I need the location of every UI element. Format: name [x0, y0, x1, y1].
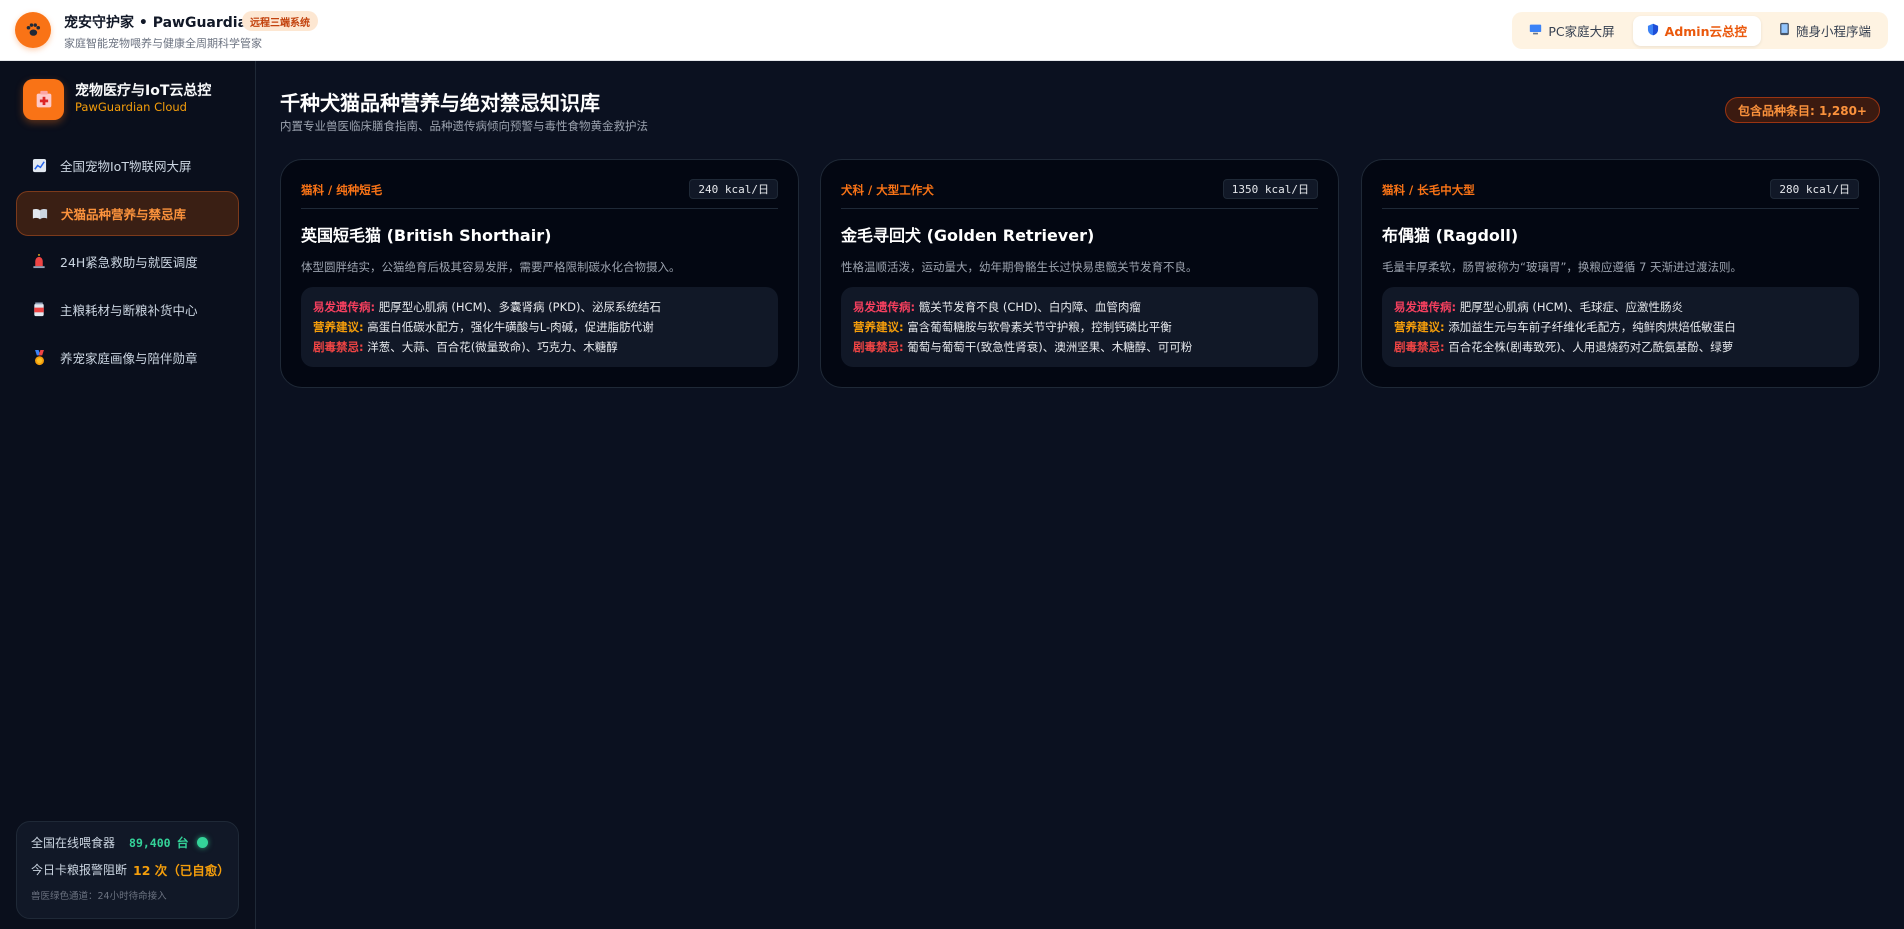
breed-name: 金毛寻回犬 (Golden Retriever): [841, 226, 1095, 245]
sidebar-item-label: 犬猫品种营养与禁忌库: [61, 207, 187, 222]
divider: [841, 208, 1318, 209]
disease-line: 易发遗传病: 髋关节发育不良 (CHD)、白内障、血管肉瘤: [853, 297, 1306, 317]
sidebar-item-food-supply[interactable]: 主粮耗材与断粮补货中心: [16, 287, 239, 332]
sidebar-item-iot-dashboard[interactable]: 全国宠物IoT物联网大屏: [16, 143, 239, 188]
disease-text: 髋关节发育不良 (CHD)、白内障、血管肉瘤: [918, 300, 1141, 314]
alerts-stat: 今日卡粮报警阻断 12 次（已自愈）: [31, 860, 230, 879]
sidebar: 宠物医疗与IoT云总控 PawGuardian Cloud 全国宠物IoT物联网…: [0, 61, 256, 929]
breed-category-tag: 猫科 / 纯种短毛: [301, 183, 383, 197]
page-title: 千种犬猫品种营养与绝对禁忌知识库: [280, 91, 600, 115]
toxic-label: 剧毒禁忌:: [853, 340, 904, 354]
disease-label: 易发遗传病:: [313, 300, 376, 314]
disease-label: 易发遗传病:: [1394, 300, 1457, 314]
sidebar-item-label: 全国宠物IoT物联网大屏: [60, 159, 192, 174]
chart-icon: [30, 157, 48, 175]
platform-switcher: PC家庭大屏 Admin云总控 随身小程序端: [1512, 12, 1888, 49]
sidebar-item-label: 主粮耗材与断粮补货中心: [60, 303, 198, 318]
book-icon: [31, 205, 49, 223]
monitor-icon: [1529, 23, 1542, 39]
sidebar-item-emergency[interactable]: 24H紧急救助与就医调度: [16, 239, 239, 284]
tab-label: PC家庭大屏: [1548, 24, 1615, 39]
disease-text: 肥厚型心肌病 (HCM)、毛球症、应激性肠炎: [1459, 300, 1683, 314]
toxic-line: 剧毒禁忌: 洋葱、大蒜、百合花(微量致命)、巧克力、木糖醇: [313, 337, 766, 357]
breed-info-box: 易发遗传病: 肥厚型心肌病 (HCM)、多囊肾病 (PKD)、泌尿系统结石 营养…: [301, 287, 778, 367]
sidebar-item-breed-library[interactable]: 犬猫品种营养与禁忌库: [16, 191, 239, 236]
breed-count-badge: 包含品种条目: 1,280+: [1725, 97, 1880, 123]
divider: [1382, 208, 1859, 209]
toxic-line: 剧毒禁忌: 百合花全株(剧毒致死)、人用退烧药对乙酰氨基酚、绿萝: [1394, 337, 1847, 357]
sidebar-item-label: 养宠家庭画像与陪伴勋章: [60, 351, 198, 366]
sidebar-nav: 全国宠物IoT物联网大屏 犬猫品种营养与禁忌库 24H紧急救助与就医调度 主粮耗…: [16, 143, 239, 383]
breed-category-tag: 猫科 / 长毛中大型: [1382, 183, 1475, 197]
sidebar-title: 宠物医疗与IoT云总控: [75, 83, 212, 99]
disease-line: 易发遗传病: 肥厚型心肌病 (HCM)、毛球症、应激性肠炎: [1394, 297, 1847, 317]
nutrition-text: 富含葡萄糖胺与软骨素关节守护粮，控制钙磷比平衡: [907, 320, 1172, 334]
nutrition-line: 营养建议: 添加益生元与车前子纤维化毛配方，纯鲜肉烘焙低敏蛋白: [1394, 317, 1847, 337]
breed-category-tag: 犬科 / 大型工作犬: [841, 183, 934, 197]
paw-logo-icon: [15, 12, 51, 48]
kcal-badge: 280 kcal/日: [1770, 179, 1859, 199]
feeders-label: 全国在线喂食器: [31, 836, 116, 850]
toxic-label: 剧毒禁忌:: [1394, 340, 1445, 354]
breed-description: 毛量丰厚柔软，肠胃被称为“玻璃胃”，换粮应遵循 7 天渐进过渡法则。: [1382, 260, 1743, 274]
nutrition-line: 营养建议: 高蛋白低碳水配方，强化牛磺酸与L-肉碱，促进脂肪代谢: [313, 317, 766, 337]
medical-kit-icon: [23, 79, 64, 120]
nutrition-label: 营养建议:: [313, 320, 364, 334]
online-status-icon: [196, 837, 208, 848]
toxic-label: 剧毒禁忌:: [313, 340, 364, 354]
system-badge: 远程三端系统: [242, 11, 318, 31]
feeders-stat: 全国在线喂食器 89,400 台: [31, 834, 224, 851]
breed-info-box: 易发遗传病: 肥厚型心肌病 (HCM)、毛球症、应激性肠炎 营养建议: 添加益生…: [1382, 287, 1859, 367]
sidebar-item-label: 24H紧急救助与就医调度: [60, 255, 198, 270]
tab-admin-cloud[interactable]: Admin云总控: [1632, 15, 1761, 46]
phone-icon: [1779, 22, 1790, 39]
nutrition-text: 高蛋白低碳水配方，强化牛磺酸与L-肉碱，促进脂肪代谢: [367, 320, 654, 334]
breed-card[interactable]: 猫科 / 长毛中大型 280 kcal/日 布偶猫 (Ragdoll) 毛量丰厚…: [1361, 159, 1880, 388]
can-icon: [30, 301, 48, 319]
medal-icon: [30, 349, 48, 367]
toxic-line: 剧毒禁忌: 葡萄与葡萄干(致急性肾衰)、澳洲坚果、木糖醇、可可粉: [853, 337, 1306, 357]
disease-label: 易发遗传病:: [853, 300, 916, 314]
toxic-text: 葡萄与葡萄干(致急性肾衰)、澳洲坚果、木糖醇、可可粉: [907, 340, 1193, 354]
disease-line: 易发遗传病: 肥厚型心肌病 (HCM)、多囊肾病 (PKD)、泌尿系统结石: [313, 297, 766, 317]
nutrition-label: 营养建议:: [853, 320, 904, 334]
breed-name: 布偶猫 (Ragdoll): [1382, 226, 1519, 245]
sidebar-item-family-medal[interactable]: 养宠家庭画像与陪伴勋章: [16, 335, 239, 380]
alerts-value: 12 次（已自愈）: [133, 863, 230, 878]
siren-icon: [30, 253, 48, 271]
sidebar-stats-panel: 全国在线喂食器 89,400 台 今日卡粮报警阻断 12 次（已自愈） 兽医绿色…: [16, 821, 239, 919]
breed-description: 性格温顺活泼，运动量大，幼年期骨骼生长过快易患髋关节发育不良。: [841, 260, 1198, 274]
divider: [301, 208, 778, 209]
toxic-text: 百合花全株(剧毒致死)、人用退烧药对乙酰氨基酚、绿萝: [1448, 340, 1734, 354]
kcal-badge: 240 kcal/日: [689, 179, 778, 199]
kcal-badge: 1350 kcal/日: [1222, 179, 1318, 199]
tab-label: Admin云总控: [1664, 24, 1747, 39]
tab-pc-screen[interactable]: PC家庭大屏: [1515, 16, 1628, 46]
breed-name: 英国短毛猫 (British Shorthair): [301, 226, 552, 245]
sidebar-subtitle: PawGuardian Cloud: [75, 100, 187, 114]
shield-icon: [1647, 23, 1659, 39]
vet-channel-note: 兽医绿色通道：24小时待命接入: [31, 891, 167, 902]
disease-text: 肥厚型心肌病 (HCM)、多囊肾病 (PKD)、泌尿系统结石: [378, 300, 661, 314]
nutrition-line: 营养建议: 富含葡萄糖胺与软骨素关节守护粮，控制钙磷比平衡: [853, 317, 1306, 337]
top-bar: 宠安守护家 • PawGuardian 远程三端系统 家庭智能宠物喂养与健康全周…: [0, 0, 1904, 61]
breed-description: 体型圆胖结实，公猫绝育后极其容易发胖，需要严格限制碳水化合物摄入。: [301, 260, 681, 274]
toxic-text: 洋葱、大蒜、百合花(微量致命)、巧克力、木糖醇: [367, 340, 618, 354]
alerts-label: 今日卡粮报警阻断: [31, 863, 128, 877]
nutrition-label: 营养建议:: [1394, 320, 1445, 334]
app-subtitle: 家庭智能宠物喂养与健康全周期科学管家: [64, 37, 262, 50]
breed-info-box: 易发遗传病: 髋关节发育不良 (CHD)、白内障、血管肉瘤 营养建议: 富含葡萄…: [841, 287, 1318, 367]
sidebar-header: 宠物医疗与IoT云总控 PawGuardian Cloud: [23, 79, 211, 120]
breed-card[interactable]: 猫科 / 纯种短毛 240 kcal/日 英国短毛猫 (British Shor…: [280, 159, 799, 388]
tab-mini-program[interactable]: 随身小程序端: [1765, 16, 1885, 46]
app-title: 宠安守护家 • PawGuardian: [64, 15, 258, 31]
breed-card[interactable]: 犬科 / 大型工作犬 1350 kcal/日 金毛寻回犬 (Golden Ret…: [820, 159, 1339, 388]
feeders-value: 89,400: [129, 835, 171, 850]
tab-label: 随身小程序端: [1795, 24, 1871, 39]
nutrition-text: 添加益生元与车前子纤维化毛配方，纯鲜肉烘焙低敏蛋白: [1448, 320, 1736, 334]
page-subtitle: 内置专业兽医临床膳食指南、品种遗传病倾向预警与毒性食物黄金救护法: [280, 119, 648, 133]
feeders-unit: 台: [176, 836, 189, 850]
